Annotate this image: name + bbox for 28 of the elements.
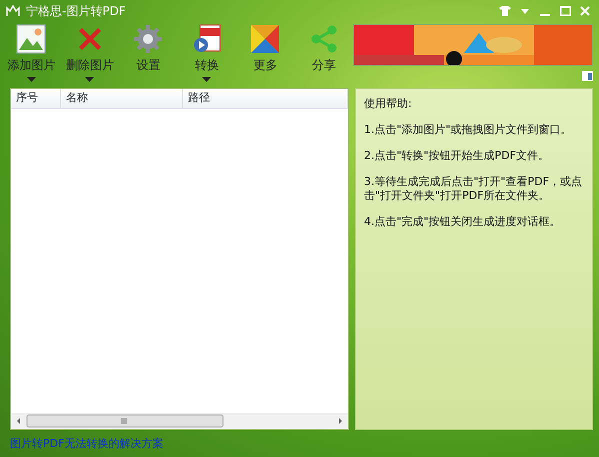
share-icon bbox=[308, 24, 339, 54]
minimize-icon bbox=[540, 14, 550, 16]
column-header[interactable]: 路径 bbox=[183, 89, 348, 108]
skin-icon bbox=[499, 6, 511, 16]
column-header[interactable]: 名称 bbox=[61, 89, 183, 108]
pdf-file-icon bbox=[192, 24, 222, 54]
dropdown-icon bbox=[521, 8, 529, 14]
app-logo-icon bbox=[6, 5, 20, 17]
panel-layout-icon bbox=[582, 71, 593, 81]
toolbar-button[interactable]: 更多 bbox=[236, 24, 294, 86]
toolbar-button[interactable]: 设置 bbox=[119, 24, 178, 86]
maximize-icon bbox=[560, 6, 570, 16]
column-header[interactable]: 序号 bbox=[11, 89, 61, 108]
toolbar-button[interactable]: 删除图片 bbox=[60, 24, 119, 86]
image-icon bbox=[16, 24, 46, 54]
close-icon bbox=[580, 6, 590, 16]
help-title: 使用帮助: bbox=[364, 97, 413, 111]
help-text: 4.点击"完成"按钮关闭生成进度对话框。 bbox=[364, 215, 562, 229]
help-text: 3.等待生成完成后点击"打开"查看PDF，或点击"打开文件夹"打开PDF所在文件夹。 bbox=[364, 175, 584, 203]
toolbar-button[interactable]: 添加图片 bbox=[2, 24, 60, 86]
toolbar-button[interactable]: 分享 bbox=[294, 24, 353, 86]
help-text: 1.点击"添加图片"或拖拽图片文件到窗口。 bbox=[364, 123, 573, 137]
colorful-x-icon bbox=[250, 24, 280, 54]
toolbar-button[interactable]: 转换 bbox=[178, 24, 236, 86]
settings-icon bbox=[133, 24, 164, 54]
horizontal-scrollbar[interactable] bbox=[11, 413, 348, 429]
help-text: 2.点击"转换"按钮开始生成PDF文件。 bbox=[364, 149, 550, 163]
window-title: 宁格思-图片转PDF bbox=[26, 3, 126, 20]
